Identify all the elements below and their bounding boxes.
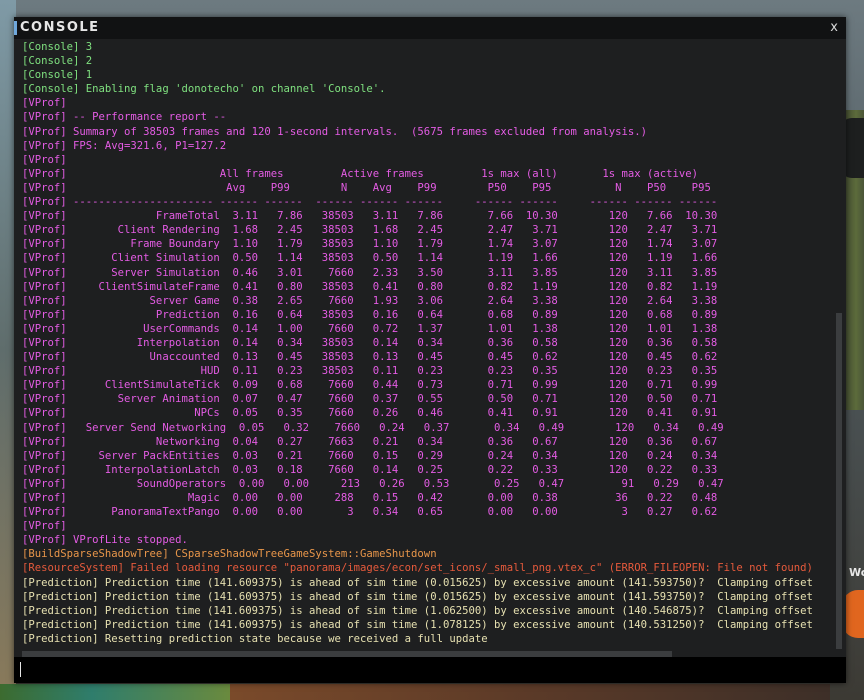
log-line: [VProf] Server Send Networking 0.05 0.32… xyxy=(22,421,724,434)
log-line: [VProf] xyxy=(22,97,67,110)
log-line: [VProf] xyxy=(22,520,67,533)
log-line: [Console] Enabling flag 'donotecho' on c… xyxy=(22,83,386,96)
console-input[interactable] xyxy=(14,657,846,683)
log-line: [VProf] Server Simulation 0.46 3.01 7660… xyxy=(22,266,718,279)
console-titlebar[interactable]: CONSOLE x xyxy=(14,17,846,39)
log-line: [VProf] -- Performance report -- xyxy=(22,111,227,124)
log-line: [VProf] Networking 0.04 0.27 7663 0.21 0… xyxy=(22,435,718,448)
log-line: [VProf] Magic 0.00 0.00 288 0.15 0.42 0.… xyxy=(22,492,718,504)
log-line: [VProf] Server Game 0.38 2.65 7660 1.93 … xyxy=(22,294,718,307)
log-line: [VProf] NPCs 0.05 0.35 7660 0.26 0.46 0.… xyxy=(22,407,718,420)
log-line: [VProf] SoundOperators 0.00 0.00 213 0.2… xyxy=(22,477,724,490)
log-line: [VProf] All frames Active frames 1s max … xyxy=(22,167,699,180)
console-log[interactable]: [Console] 3 [Console] 2 [Console] 1 [Consol… xyxy=(22,40,832,652)
log-line: [VProf] PanoramaTextPango 0.00 0.00 3 0.… xyxy=(22,506,718,519)
title-accent xyxy=(14,21,17,35)
log-line: [BuildSparseShadowTree] CSparseShadowTre… xyxy=(22,548,437,561)
log-line: [Console] 3 xyxy=(22,41,93,53)
log-line: [VProf] FrameTotal 3.11 7.86 38503 3.11 … xyxy=(22,210,718,223)
log-line: [VProf] xyxy=(22,153,67,166)
log-line: [VProf] HUD 0.11 0.23 38503 0.11 0.23 0.… xyxy=(22,365,718,378)
background-side-text: Wo xyxy=(849,566,864,579)
console-window: CONSOLE x [Console] 3 [Console] 2 [Console… xyxy=(14,17,846,683)
log-line: [Console] 1 xyxy=(22,69,93,82)
console-title: CONSOLE xyxy=(20,20,100,35)
log-line: [Prediction] Prediction time (141.609375… xyxy=(22,618,813,631)
log-line: [VProf] FPS: Avg=321.6, P1=127.2 xyxy=(22,139,227,152)
log-line: [VProf] Frame Boundary 1.10 1.79 38503 1… xyxy=(22,238,718,251)
background-bottom-art-2 xyxy=(230,684,830,700)
log-line: [VProf] Server PackEntities 0.03 0.21 76… xyxy=(22,449,718,462)
log-line: [VProf] ClientSimulateFrame 0.41 0.80 38… xyxy=(22,280,718,293)
log-line: [VProf] Avg P99 N Avg P99 P50 P95 N P50 … xyxy=(22,181,711,194)
log-line: [VProf] Prediction 0.16 0.64 38503 0.16 … xyxy=(22,308,718,321)
log-line: [Console] 2 xyxy=(22,55,93,68)
log-line: [VProf] Interpolation 0.14 0.34 38503 0.… xyxy=(22,336,718,349)
log-line: [Prediction] Prediction time (141.609375… xyxy=(22,590,813,603)
log-line: [VProf] Client Simulation 0.50 1.14 3850… xyxy=(22,252,718,265)
log-line: [Prediction] Prediction time (141.609375… xyxy=(22,604,813,617)
log-line: [Prediction] Prediction time (141.609375… xyxy=(22,576,813,589)
log-line: [VProf] ClientSimulateTick 0.09 0.68 766… xyxy=(22,379,718,392)
log-line: [VProf] Server Animation 0.07 0.47 7660 … xyxy=(22,393,718,406)
log-line: [VProf] VProfLite stopped. xyxy=(22,534,188,547)
log-line: [ResourceSystem] Failed loading resource… xyxy=(22,562,813,575)
background-bottom-art xyxy=(0,684,230,700)
log-line: [VProf] ---------------------- ------ --… xyxy=(22,196,718,209)
log-line: [VProf] InterpolationLatch 0.03 0.18 766… xyxy=(22,463,718,476)
close-button[interactable]: x xyxy=(830,20,838,35)
log-line: [VProf] Unaccounted 0.13 0.45 38503 0.13… xyxy=(22,351,718,364)
vertical-scrollbar-thumb[interactable] xyxy=(836,313,842,649)
log-line: [Prediction] Resetting prediction state … xyxy=(22,632,488,645)
log-line: [VProf] Summary of 38503 frames and 120 … xyxy=(22,125,648,138)
text-caret xyxy=(20,662,21,677)
log-line: [VProf] Client Rendering 1.68 2.45 38503… xyxy=(22,224,718,237)
log-line: [VProf] UserCommands 0.14 1.00 7660 0.72… xyxy=(22,322,718,335)
